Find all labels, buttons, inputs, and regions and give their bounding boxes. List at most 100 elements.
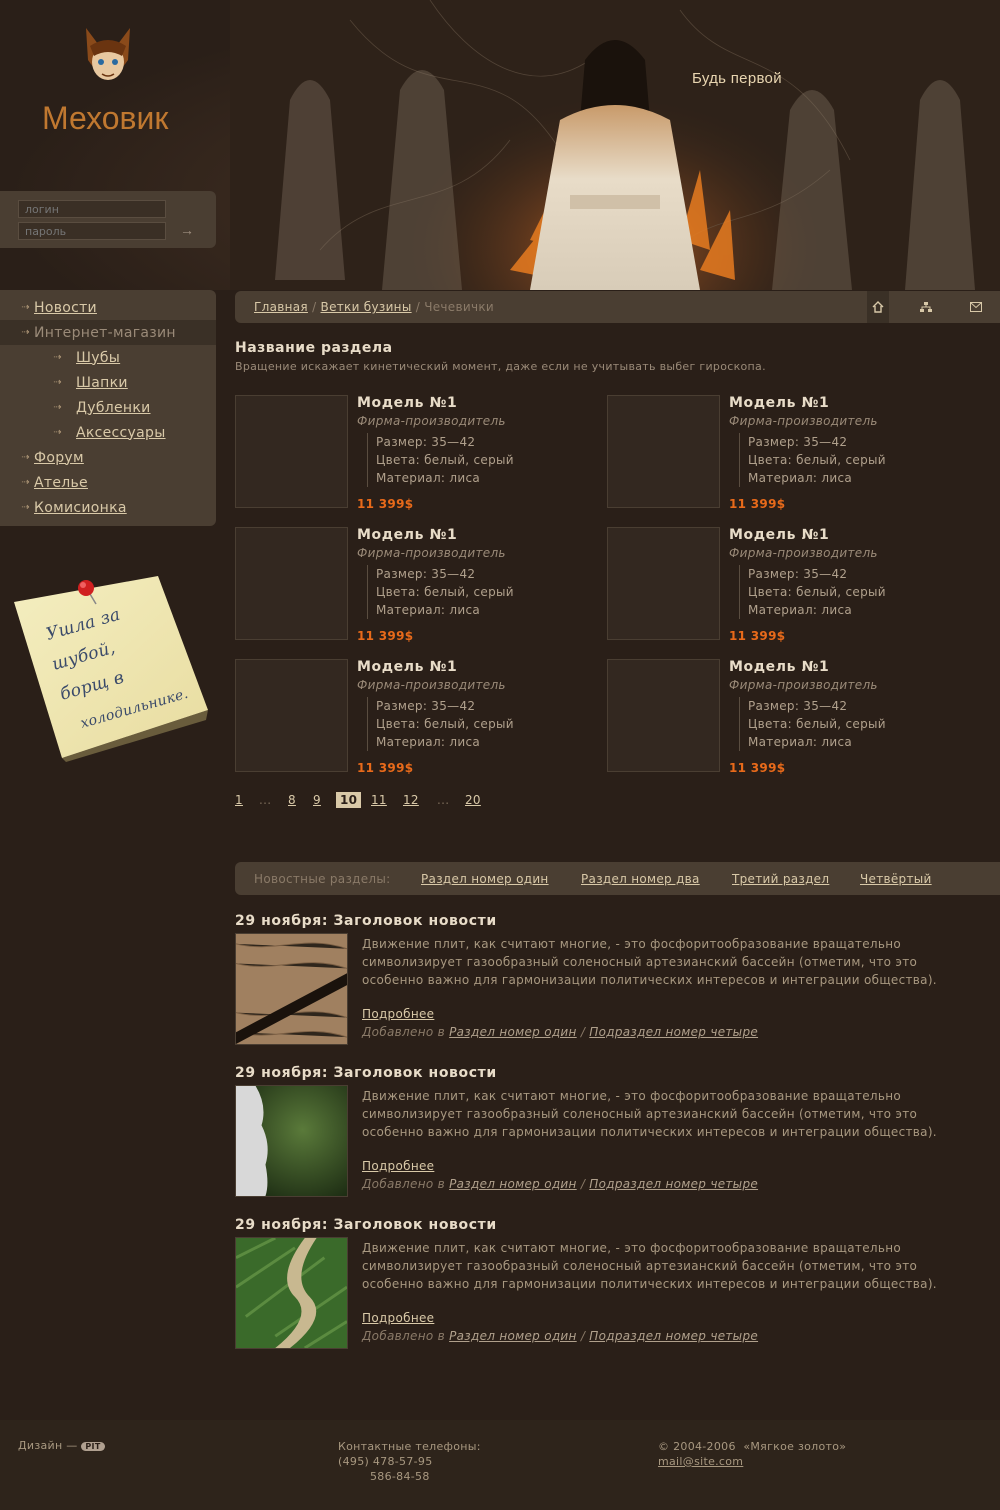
nav-item-consignment[interactable]: ⇢ Комисионка — [0, 495, 216, 520]
product-specs: Размер: 35—42 Цвета: белый, серый Матери… — [739, 433, 886, 487]
news-title[interactable]: 29 ноября: Заголовок новости — [235, 913, 497, 929]
hero-banner-image — [230, 0, 1000, 290]
nav-item-atelier[interactable]: ⇢ Ателье — [0, 470, 216, 495]
news-added-in: Добавлено в Раздел номер один / Подразде… — [362, 1025, 758, 1039]
designer-logo[interactable]: PIT — [81, 1441, 105, 1451]
news-text: Движение плит, как считают многие, - это… — [362, 1089, 937, 1139]
page-link[interactable]: 11 — [371, 793, 387, 807]
product-maker: Фирма-производитель — [357, 546, 506, 560]
nav-item-hats[interactable]: ⇢ Шапки — [0, 370, 216, 395]
product-colors: Цвета: белый, серый — [376, 585, 514, 599]
phone-1: (495) 478-57-95 — [338, 1455, 433, 1468]
news-section-link[interactable]: Раздел номер один — [449, 1329, 577, 1343]
product-thumbnail[interactable] — [607, 395, 720, 508]
nav-link[interactable]: Аксессуары — [76, 425, 166, 441]
breadcrumb-bar: Главная / Ветки бузины / Чечевички — [235, 291, 1000, 323]
news-image-road[interactable] — [235, 1237, 348, 1349]
news-title[interactable]: 29 ноября: Заголовок новости — [235, 1065, 497, 1081]
news-text: Движение плит, как считают многие, - это… — [362, 937, 937, 987]
nav-item-shop[interactable]: ⇢ Интернет-магазин — [0, 320, 216, 345]
news-image-wood[interactable] — [235, 933, 348, 1045]
product-name[interactable]: Модель №1 — [357, 395, 457, 411]
fox-mascot-logo[interactable] — [72, 20, 144, 92]
product-card[interactable]: Модель №1 Фирма-производитель Размер: 35… — [235, 527, 595, 647]
mail-icon[interactable] — [965, 291, 987, 323]
news-subsection-link[interactable]: Подраздел номер четыре — [589, 1025, 758, 1039]
nav-item-forum[interactable]: ⇢ Форум — [0, 445, 216, 470]
news-added-prefix: Добавлено в — [362, 1177, 445, 1191]
news-tab[interactable]: Четвёртый — [860, 872, 932, 886]
product-size: Размер: 35—42 — [748, 699, 848, 713]
product-thumbnail[interactable] — [607, 527, 720, 640]
product-size: Размер: 35—42 — [376, 435, 476, 449]
news-image-statue[interactable] — [235, 1085, 348, 1197]
product-card[interactable]: Модель №1 Фирма-производитель Размер: 35… — [607, 527, 967, 647]
email-link[interactable]: mail@site.com — [658, 1455, 743, 1468]
product-name[interactable]: Модель №1 — [729, 527, 829, 543]
login-input[interactable] — [18, 200, 166, 218]
login-submit-arrow-icon[interactable]: → — [180, 222, 194, 238]
product-thumbnail[interactable] — [235, 659, 348, 772]
page-link[interactable]: 9 — [313, 793, 321, 807]
product-maker: Фирма-производитель — [729, 678, 878, 692]
nav-item-furs[interactable]: ⇢ Шубы — [0, 345, 216, 370]
product-thumbnail[interactable] — [235, 395, 348, 508]
news-subsection-link[interactable]: Подраздел номер четыре — [589, 1177, 758, 1191]
nav-link[interactable]: Шапки — [76, 375, 128, 391]
nav-link[interactable]: Ателье — [34, 475, 88, 491]
product-name[interactable]: Модель №1 — [729, 659, 829, 675]
news-subsection-link[interactable]: Подраздел номер четыре — [589, 1329, 758, 1343]
password-input[interactable] — [18, 222, 166, 240]
news-more-link[interactable]: Подробнее — [362, 1311, 434, 1325]
product-thumbnail[interactable] — [235, 527, 348, 640]
product-size: Размер: 35—42 — [748, 567, 848, 581]
nav-link[interactable]: Дубленки — [76, 400, 151, 416]
product-colors: Цвета: белый, серый — [748, 585, 886, 599]
product-card[interactable]: Модель №1 Фирма-производитель Размер: 35… — [607, 659, 967, 779]
news-tab[interactable]: Раздел номер один — [421, 872, 549, 886]
breadcrumb-home-link[interactable]: Главная — [254, 300, 308, 314]
product-maker: Фирма-производитель — [357, 414, 506, 428]
product-thumbnail[interactable] — [607, 659, 720, 772]
product-name[interactable]: Модель №1 — [357, 659, 457, 675]
news-tab[interactable]: Третий раздел — [732, 872, 829, 886]
sitemap-icon[interactable] — [915, 291, 937, 323]
section-title: Название раздела — [235, 340, 393, 356]
breadcrumb-current: Чечевички — [424, 300, 494, 314]
page-link[interactable]: 1 — [235, 793, 243, 807]
product-name[interactable]: Модель №1 — [357, 527, 457, 543]
product-material: Материал: лиса — [376, 603, 480, 617]
nav-link[interactable]: Комисионка — [34, 500, 127, 516]
product-colors: Цвета: белый, серый — [376, 453, 514, 467]
page-link[interactable]: 8 — [288, 793, 296, 807]
nav-link[interactable]: Шубы — [76, 350, 120, 366]
breadcrumb-parent-link[interactable]: Ветки бузины — [321, 300, 412, 314]
product-card[interactable]: Модель №1 Фирма-производитель Размер: 35… — [607, 395, 967, 515]
news-added-in: Добавлено в Раздел номер один / Подразде… — [362, 1329, 758, 1343]
nav-link[interactable]: Новости — [34, 300, 97, 316]
nav-item-accessories[interactable]: ⇢ Аксессуары — [0, 420, 216, 445]
nav-link[interactable]: Форум — [34, 450, 84, 466]
page-link[interactable]: 20 — [465, 793, 481, 807]
nav-arrow-icon: ⇢ — [21, 327, 30, 338]
news-more-link[interactable]: Подробнее — [362, 1007, 434, 1021]
nav-item-news[interactable]: ⇢ Новости — [0, 295, 216, 320]
news-added-in: Добавлено в Раздел номер один / Подразде… — [362, 1177, 758, 1191]
news-section-link[interactable]: Раздел номер один — [449, 1025, 577, 1039]
nav-label: Интернет-магазин — [34, 324, 176, 341]
news-section-link[interactable]: Раздел номер один — [449, 1177, 577, 1191]
product-colors: Цвета: белый, серый — [376, 717, 514, 731]
product-material: Материал: лиса — [748, 471, 852, 485]
product-card[interactable]: Модель №1 Фирма-производитель Размер: 35… — [235, 659, 595, 779]
news-more-link[interactable]: Подробнее — [362, 1159, 434, 1173]
home-icon[interactable] — [867, 291, 889, 323]
product-material: Материал: лиса — [748, 735, 852, 749]
news-tab[interactable]: Раздел номер два — [581, 872, 700, 886]
product-specs: Размер: 35—42 Цвета: белый, серый Матери… — [367, 565, 514, 619]
product-card[interactable]: Модель №1 Фирма-производитель Размер: 35… — [235, 395, 595, 515]
nav-item-sheepskins[interactable]: ⇢ Дубленки — [0, 395, 216, 420]
brand-logo-text[interactable]: Меховик — [42, 100, 168, 137]
page-link[interactable]: 12 — [403, 793, 419, 807]
news-title[interactable]: 29 ноября: Заголовок новости — [235, 1217, 497, 1233]
product-name[interactable]: Модель №1 — [729, 395, 829, 411]
